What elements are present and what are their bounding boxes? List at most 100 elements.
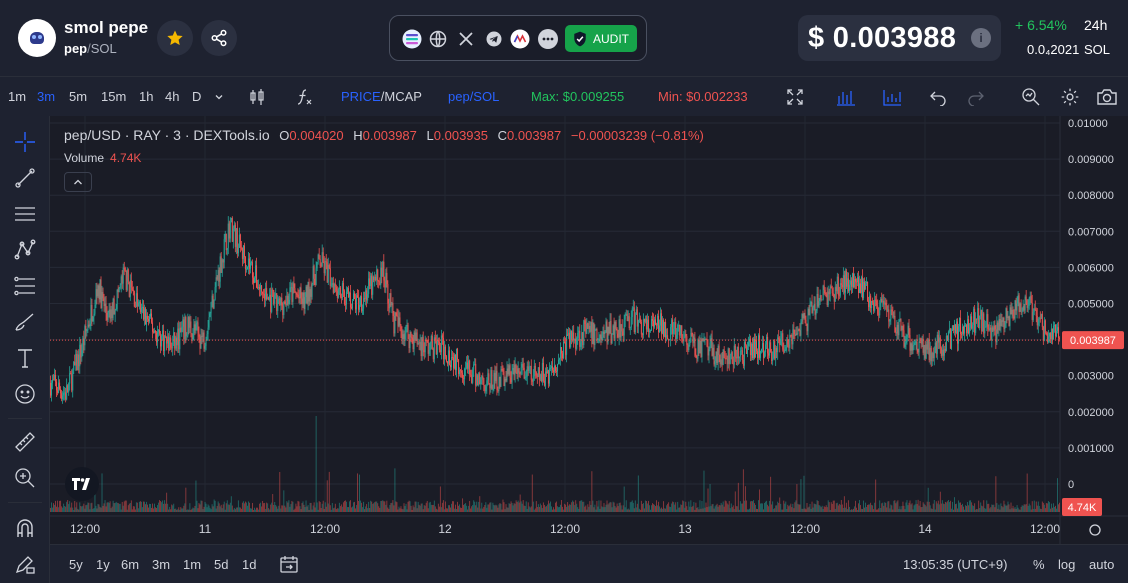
- volume-bar: [831, 504, 833, 512]
- candle-body: [565, 342, 567, 355]
- volume-bar: [917, 499, 919, 512]
- quick-search-button[interactable]: [1020, 86, 1042, 108]
- collapse-legend-button[interactable]: [64, 172, 92, 192]
- sol-price: 0.0₄2021: [1027, 42, 1080, 57]
- candle-body: [900, 319, 902, 331]
- candle-body: [776, 347, 778, 353]
- volume-bar: [101, 473, 103, 512]
- candle-body: [353, 293, 355, 301]
- candle-body: [496, 370, 498, 390]
- range-1d[interactable]: 1d: [242, 557, 256, 572]
- timeframe-5m[interactable]: 5m: [69, 89, 87, 104]
- timeframe-1h[interactable]: 1h: [139, 89, 153, 104]
- zoom-tool[interactable]: [11, 464, 39, 492]
- favorite-button[interactable]: [157, 20, 193, 56]
- crosshair-tool[interactable]: [11, 128, 39, 156]
- undo-button[interactable]: [927, 86, 949, 108]
- candle-body: [847, 278, 849, 291]
- range-6m[interactable]: 6m: [121, 557, 139, 572]
- clock-timezone[interactable]: 13:05:35 (UTC+9): [903, 557, 1007, 572]
- fullscreen-button[interactable]: [784, 86, 806, 108]
- timeframe-4h[interactable]: 4h: [165, 89, 179, 104]
- range-1m[interactable]: 1m: [183, 557, 201, 572]
- timeframe-d[interactable]: D: [192, 89, 201, 104]
- volume-bar: [689, 506, 691, 512]
- volume-bar: [921, 506, 923, 512]
- magnet-tool[interactable]: [11, 514, 39, 542]
- price-chart[interactable]: 0.01000 0.009000 0.008000 0.007000 0.006000 0…: [50, 116, 1128, 544]
- settings-button[interactable]: [1059, 86, 1081, 108]
- candle-body: [643, 319, 645, 322]
- range-3m[interactable]: 3m: [152, 557, 170, 572]
- lock-drawings-tool[interactable]: [11, 550, 39, 578]
- screenshot-button[interactable]: [1096, 86, 1118, 108]
- goto-date-button[interactable]: [279, 554, 299, 579]
- percent-scale-toggle[interactable]: %: [1033, 557, 1045, 572]
- coinmarketcap-icon[interactable]: [510, 29, 530, 49]
- candle-body: [836, 276, 838, 292]
- trades-toggle[interactable]: [835, 86, 857, 108]
- candle-body: [956, 321, 958, 344]
- price-mcap-toggle[interactable]: PRICE/MCAP: [341, 89, 422, 104]
- audit-button[interactable]: AUDIT: [565, 25, 637, 52]
- indicators-button[interactable]: [294, 86, 316, 108]
- brush-tool[interactable]: [11, 308, 39, 336]
- pair-toggle[interactable]: pep/SOL: [448, 89, 499, 104]
- volume-bar: [548, 503, 550, 512]
- volume-toggle[interactable]: [881, 86, 903, 108]
- candle-body: [509, 365, 511, 378]
- volume-bar: [711, 504, 713, 512]
- candle-body: [947, 331, 949, 341]
- volume-bar: [430, 504, 432, 512]
- fib-tool[interactable]: [11, 272, 39, 300]
- text-tool[interactable]: [11, 344, 39, 372]
- trend-line-tool[interactable]: [11, 164, 39, 192]
- volume-bar: [527, 502, 529, 512]
- volume-bar: [438, 506, 440, 512]
- volume-bar: [779, 497, 781, 512]
- candle-type-button[interactable]: [246, 86, 268, 108]
- share-button[interactable]: [201, 20, 237, 56]
- candle-body: [582, 332, 584, 345]
- timeframe-dropdown[interactable]: [208, 86, 230, 108]
- timeframe-15m[interactable]: 15m: [101, 89, 126, 104]
- volume-bar: [195, 480, 197, 512]
- info-icon[interactable]: i: [971, 28, 991, 48]
- ruler-tool[interactable]: [11, 428, 39, 456]
- candle-body: [1049, 332, 1051, 340]
- candle-body: [796, 333, 798, 335]
- volume-bar: [970, 500, 972, 512]
- axis-settings-icon[interactable]: [1089, 524, 1101, 536]
- candle-body: [597, 339, 599, 341]
- horizontal-lines-tool[interactable]: [11, 200, 39, 228]
- exchange-logo-icon[interactable]: [402, 29, 422, 49]
- emoji-tool[interactable]: [11, 380, 39, 408]
- telegram-icon[interactable]: [484, 29, 504, 49]
- candle-body: [430, 336, 432, 343]
- range-5d[interactable]: 5d: [214, 557, 228, 572]
- volume-bar: [110, 508, 112, 512]
- candle-body: [105, 303, 107, 314]
- timeframe-3m[interactable]: 3m: [37, 89, 55, 104]
- redo-button[interactable]: [965, 86, 987, 108]
- candle-body: [289, 287, 291, 300]
- volume-bar: [259, 503, 261, 512]
- volume-bar: [950, 508, 952, 512]
- globe-icon[interactable]: [428, 29, 448, 49]
- log-scale-toggle[interactable]: log: [1058, 557, 1075, 572]
- auto-scale-toggle[interactable]: auto: [1089, 557, 1114, 572]
- more-icon[interactable]: [538, 29, 558, 49]
- shield-check-icon: [574, 31, 586, 46]
- x-twitter-icon[interactable]: [456, 29, 476, 49]
- volume-bar: [900, 509, 902, 512]
- timeframe-1m[interactable]: 1m: [8, 89, 26, 104]
- candle-body: [996, 322, 998, 343]
- pattern-tool[interactable]: [11, 236, 39, 264]
- range-5y[interactable]: 5y: [69, 557, 83, 572]
- volume-bar: [642, 503, 644, 512]
- range-1y[interactable]: 1y: [96, 557, 110, 572]
- tradingview-logo[interactable]: [65, 467, 99, 501]
- volume-bar: [937, 500, 939, 512]
- volume-bar: [579, 501, 581, 512]
- chart-canvas[interactable]: 0.010000.0090000.0080000.0070000.0060000…: [50, 116, 1128, 544]
